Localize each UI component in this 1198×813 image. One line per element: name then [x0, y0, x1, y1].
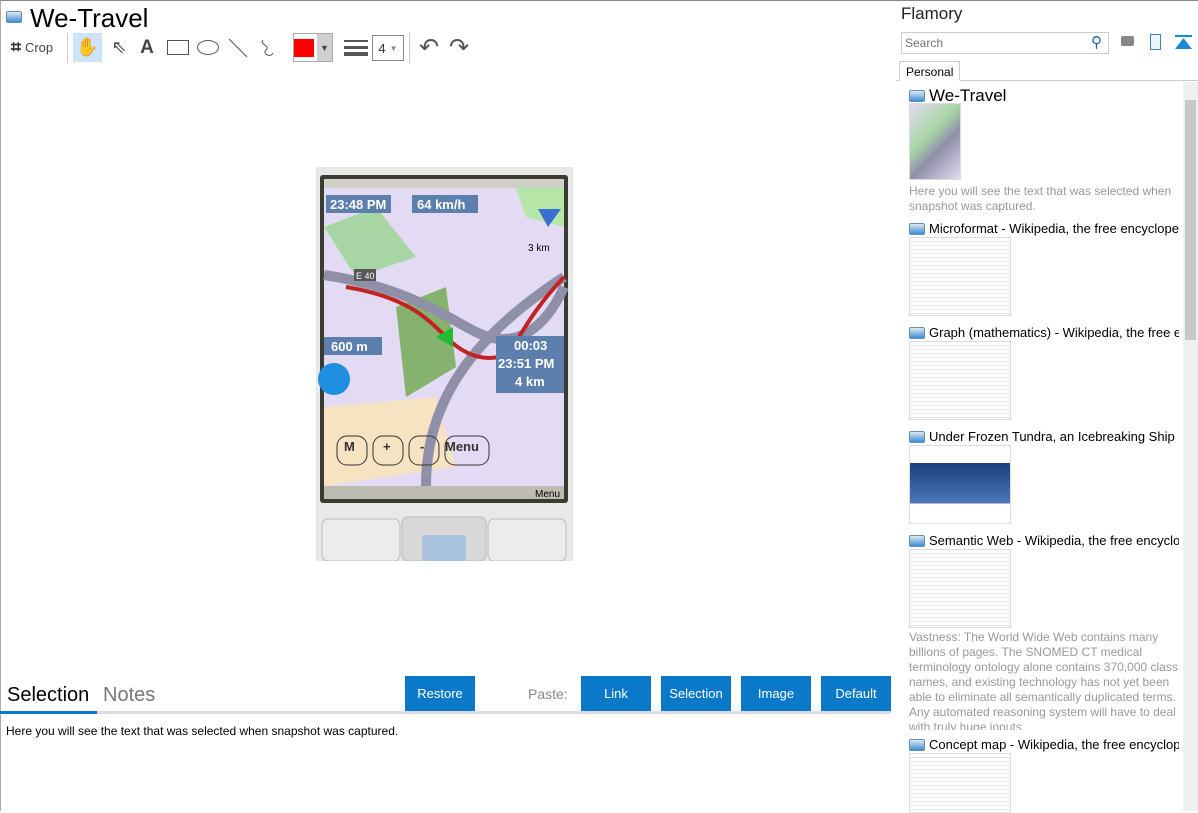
- list-item-title[interactable]: Under Frozen Tundra, an Icebreaking Ship…: [909, 429, 1179, 444]
- collapse-icon[interactable]: [1175, 35, 1192, 50]
- paste-image-button[interactable]: Image: [741, 676, 811, 711]
- tab-personal[interactable]: Personal: [899, 61, 961, 81]
- map-button-m: M: [344, 439, 355, 454]
- document-icon[interactable]: [1150, 34, 1161, 50]
- list-item-title[interactable]: Microformat - Wikipedia, the free encycl…: [909, 221, 1179, 236]
- list-item-thumbnail[interactable]: [909, 103, 961, 180]
- page-icon: [909, 223, 925, 235]
- page-icon: [6, 11, 22, 23]
- restore-button[interactable]: Restore: [405, 676, 475, 711]
- map-distance: 600 m: [331, 339, 368, 354]
- list-item-thumbnail[interactable]: [909, 237, 1011, 316]
- page-icon: [909, 431, 925, 443]
- undo-icon: ↶: [418, 34, 440, 61]
- paste-link-button[interactable]: Link: [581, 676, 651, 711]
- list-item-title[interactable]: Semantic Web - Wikipedia, the free encyc…: [909, 533, 1179, 548]
- line-weight-icon: [344, 33, 368, 62]
- camera-icon[interactable]: [1121, 36, 1134, 46]
- remaining-distance: 4 km: [515, 374, 545, 389]
- page-icon: [909, 535, 925, 547]
- map-button-minus: -: [420, 439, 424, 454]
- pointer-tool-button[interactable]: ⇖: [107, 33, 131, 62]
- color-swatch: [294, 38, 314, 57]
- map-button-menu: Menu: [445, 439, 479, 454]
- eta-time: 23:51 PM: [498, 356, 554, 371]
- hand-icon: ✋: [76, 37, 99, 57]
- undo-button[interactable]: ↶: [416, 33, 442, 62]
- list-item-description: Here you will see the text that was sele…: [909, 184, 1172, 213]
- map-button-plus: +: [383, 439, 391, 454]
- rectangle-tool-button[interactable]: [166, 33, 190, 62]
- line-tool-button[interactable]: [226, 33, 250, 62]
- softkey-menu: Menu: [535, 489, 560, 500]
- color-picker[interactable]: ▼: [293, 33, 333, 62]
- text-icon: A: [140, 36, 154, 58]
- list-item-title[interactable]: Concept map - Wikipedia, the free encycl…: [909, 737, 1179, 752]
- text-tool-button[interactable]: A: [136, 33, 158, 62]
- paste-label: Paste:: [528, 686, 568, 702]
- lake: [318, 363, 350, 395]
- sidebar-title: Flamory: [901, 4, 963, 23]
- search-icon[interactable]: ⚲: [1091, 33, 1102, 51]
- crop-button[interactable]: ⌗ Crop: [6, 33, 58, 62]
- list-item-description: Vastness: The World Wide Web contains ma…: [909, 630, 1178, 730]
- scrollbar-thumb[interactable]: [1185, 100, 1196, 340]
- ellipse-tool-button[interactable]: [196, 33, 220, 62]
- page-title: We-Travel: [30, 3, 149, 33]
- search-input[interactable]: [901, 32, 1109, 54]
- rectangle-icon: [167, 40, 189, 55]
- page-icon: [909, 327, 925, 339]
- list-item-thumbnail[interactable]: [909, 549, 1011, 628]
- road-label: E 40: [356, 271, 375, 281]
- ellipse-icon: [197, 40, 219, 55]
- toolbar: ⌗ Crop ✋ ⇖ A ▼ 4 ▼ ↶ ↷: [0, 33, 480, 63]
- list-item-thumbnail[interactable]: [909, 341, 1011, 420]
- eta-duration: 00:03: [514, 338, 547, 353]
- redo-button[interactable]: ↷: [446, 33, 472, 62]
- selection-text: Here you will see the text that was sele…: [6, 724, 399, 738]
- redo-icon: ↷: [448, 34, 470, 61]
- line-icon: [228, 38, 248, 57]
- map-speed: 64 km/h: [417, 197, 465, 212]
- list-item-title[interactable]: Graph (mathematics) - Wikipedia, the fre…: [909, 325, 1179, 340]
- paste-default-button[interactable]: Default: [821, 676, 891, 711]
- tab-selection[interactable]: Selection: [7, 684, 89, 707]
- snapshot-image[interactable]: 23:48 PM 64 km/h 3 km E 40 600 m 00:03 2…: [316, 167, 573, 561]
- freehand-tool-button[interactable]: [256, 33, 280, 62]
- map-scale: 3 km: [528, 243, 550, 254]
- page-icon: [909, 90, 925, 102]
- list-item-thumbnail[interactable]: [909, 445, 1011, 524]
- pointer-icon: ⇖: [111, 37, 127, 57]
- page-icon: [909, 739, 925, 751]
- main-pane: We-Travel ⌗ Crop ✋ ⇖ A ▼ 4 ▼ ↶ ↷ 23:48 P…: [0, 0, 895, 811]
- freehand-icon: [261, 39, 274, 56]
- phone-screenshot: 23:48 PM 64 km/h 3 km E 40 600 m 00:03 2…: [318, 175, 569, 561]
- active-tab-indicator: [0, 711, 97, 714]
- chevron-down-icon: ▼: [317, 34, 332, 61]
- crop-label: Crop: [24, 40, 54, 55]
- tab-notes[interactable]: Notes: [103, 684, 155, 707]
- map-time: 23:48 PM: [330, 197, 386, 212]
- hand-tool-button[interactable]: ✋: [73, 33, 102, 62]
- list-item-thumbnail[interactable]: [909, 753, 1011, 813]
- paste-selection-button[interactable]: Selection: [661, 676, 731, 711]
- stroke-width-select[interactable]: 4 ▼: [372, 35, 404, 61]
- crop-icon: ⌗: [10, 37, 21, 57]
- stroke-width-value: 4: [378, 40, 386, 56]
